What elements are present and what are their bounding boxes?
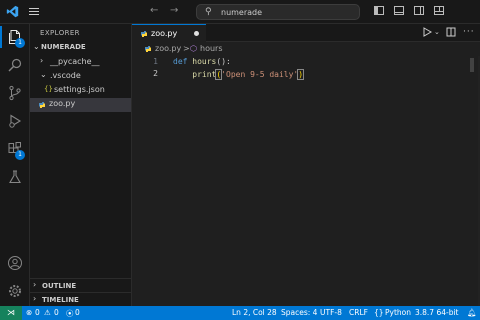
explorer-badge: 1 bbox=[15, 38, 25, 48]
chevron-right-icon: › bbox=[33, 280, 37, 289]
token-keyword: def bbox=[173, 57, 188, 66]
breadcrumb-separator: > bbox=[183, 44, 190, 53]
toggle-panel-icon[interactable] bbox=[392, 4, 406, 18]
toggle-sidebar-icon[interactable] bbox=[372, 4, 386, 18]
source-control-icon[interactable] bbox=[0, 80, 30, 106]
explorer-icon[interactable]: 1 bbox=[0, 24, 30, 50]
encoding[interactable]: UTF-8 bbox=[320, 308, 342, 317]
tab-label: zoo.py bbox=[151, 29, 178, 38]
python-interpreter[interactable]: 3.8.7 64-bit bbox=[415, 308, 459, 317]
token-string: 'Open 9-5 daily' bbox=[221, 70, 299, 79]
chevron-down-icon: ⌄ bbox=[33, 42, 40, 51]
language-braces-icon: {} bbox=[374, 308, 384, 317]
chevron-right-icon: › bbox=[40, 56, 44, 65]
tree-item-pycache[interactable]: › __pycache__ bbox=[30, 56, 131, 70]
tree-item-label: settings.json bbox=[54, 85, 105, 94]
search-view-icon[interactable] bbox=[0, 52, 30, 78]
menu-icon[interactable] bbox=[28, 6, 40, 18]
warning-count[interactable]: 0 bbox=[54, 308, 59, 317]
tab-zoo-py[interactable]: zoo.py bbox=[132, 24, 206, 42]
python-file-icon bbox=[145, 46, 151, 52]
testing-icon[interactable] bbox=[0, 164, 30, 190]
token-function: print bbox=[192, 70, 217, 79]
language-mode[interactable]: Python bbox=[385, 308, 411, 317]
search-text: numerade bbox=[221, 8, 263, 17]
status-bar: ⋊ ⊗ 0 ⚠ 0 ⦿ 0 Ln 2, Col 28 Spaces: 4 UTF… bbox=[0, 306, 480, 320]
tree-item-zoo-py[interactable]: zoo.py bbox=[30, 98, 131, 112]
unsaved-dot-icon[interactable] bbox=[194, 31, 199, 36]
root-folder-label: NUMERADE bbox=[41, 43, 86, 51]
tree-item-label: __pycache__ bbox=[50, 57, 100, 66]
minimap-slider[interactable] bbox=[470, 58, 474, 72]
breadcrumb: zoo.py > ⬡ hours bbox=[132, 43, 480, 55]
breadcrumb-symbol[interactable]: hours bbox=[200, 44, 223, 53]
command-center-search[interactable]: ⚲ numerade bbox=[196, 4, 360, 20]
customize-layout-icon[interactable] bbox=[432, 4, 446, 18]
end-of-line[interactable]: CRLF bbox=[349, 308, 368, 317]
indentation[interactable]: Spaces: 4 bbox=[281, 308, 317, 317]
method-symbol-icon: ⬡ bbox=[190, 44, 197, 53]
tree-item-label: .vscode bbox=[50, 71, 81, 80]
outline-section[interactable]: › OUTLINE bbox=[30, 278, 131, 292]
forward-arrow-icon[interactable]: → bbox=[170, 5, 178, 16]
explorer-title: EXPLORER bbox=[40, 29, 80, 37]
tree-item-vscode[interactable]: ⌄ .vscode bbox=[30, 70, 131, 84]
extensions-badge: 1 bbox=[15, 150, 25, 160]
explorer-sidebar: EXPLORER ⌄ NUMERADE › __pycache__ ⌄ .vsc… bbox=[30, 24, 132, 306]
split-editor-icon[interactable] bbox=[446, 27, 456, 37]
back-arrow-icon[interactable]: ← bbox=[150, 5, 158, 16]
text-cursor bbox=[303, 69, 305, 78]
manage-gear-icon[interactable] bbox=[0, 278, 30, 304]
code-editor[interactable]: 1 2 def hours(): print('Open 9-5 daily') bbox=[132, 56, 480, 306]
warning-icon[interactable]: ⚠ bbox=[44, 308, 51, 317]
error-icon[interactable]: ⊗ bbox=[26, 308, 32, 317]
python-file-icon bbox=[39, 102, 45, 108]
title-bar: ← → ⚲ numerade bbox=[0, 0, 480, 24]
tree-item-label: zoo.py bbox=[49, 99, 76, 108]
line-number: 1 bbox=[153, 57, 158, 66]
remote-icon[interactable]: ⋊ bbox=[0, 306, 22, 320]
chevron-right-icon: › bbox=[33, 294, 37, 303]
ports-count[interactable]: 0 bbox=[75, 308, 80, 317]
run-dropdown-chevron-icon[interactable]: ⌄ bbox=[434, 28, 440, 36]
cursor-position[interactable]: Ln 2, Col 28 bbox=[232, 308, 277, 317]
toggle-secondary-sidebar-icon[interactable] bbox=[412, 4, 426, 18]
explorer-root-folder[interactable]: ⌄ NUMERADE bbox=[30, 42, 131, 56]
ports-icon[interactable]: ⦿ bbox=[66, 308, 74, 319]
editor-tabs: zoo.py ⌄ ··· bbox=[132, 24, 480, 42]
run-icon[interactable] bbox=[422, 27, 432, 37]
token-punct: (): bbox=[216, 57, 231, 66]
account-icon[interactable] bbox=[0, 250, 30, 276]
code-line-2: print('Open 9-5 daily') bbox=[173, 69, 305, 80]
tree-item-settings-json[interactable]: {} settings.json bbox=[30, 84, 131, 98]
more-actions-icon[interactable]: ··· bbox=[463, 27, 475, 37]
error-count[interactable]: 0 bbox=[35, 308, 40, 317]
outline-label: OUTLINE bbox=[42, 282, 77, 290]
python-file-icon bbox=[141, 31, 147, 37]
vscode-logo-icon bbox=[6, 5, 19, 18]
run-debug-icon[interactable] bbox=[0, 108, 30, 134]
chevron-down-icon: ⌄ bbox=[40, 70, 47, 79]
search-icon: ⚲ bbox=[205, 7, 212, 17]
activity-bar: 1 1 bbox=[0, 24, 30, 306]
timeline-section[interactable]: › TIMELINE bbox=[30, 292, 131, 306]
token-function: hours bbox=[192, 57, 217, 66]
timeline-label: TIMELINE bbox=[42, 296, 79, 304]
notifications-bell-icon[interactable]: 🔔︎ bbox=[467, 308, 477, 317]
extensions-icon[interactable]: 1 bbox=[0, 136, 30, 162]
json-file-icon: {} bbox=[44, 85, 53, 93]
line-number: 2 bbox=[153, 69, 158, 78]
code-line-1: def hours(): bbox=[173, 57, 231, 66]
breadcrumb-file[interactable]: zoo.py bbox=[155, 44, 181, 53]
